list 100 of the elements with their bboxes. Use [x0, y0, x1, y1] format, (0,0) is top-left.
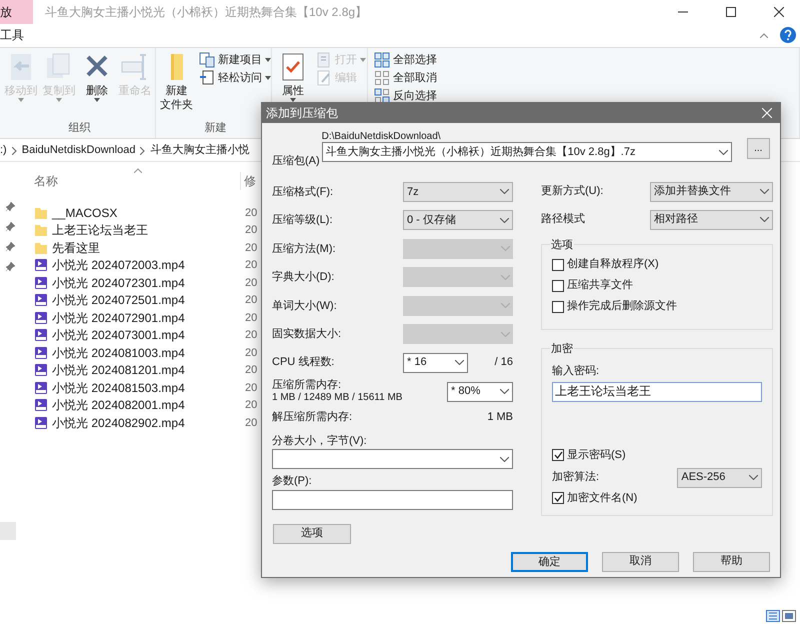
file-name[interactable]: 小悦光 2024072501.mp4 [52, 291, 245, 310]
parameters-field[interactable] [272, 490, 513, 510]
caret-icon [94, 98, 100, 102]
caret-icon [265, 58, 271, 62]
memory-text: 1 MB / 12489 MB / 15611 MB [272, 392, 404, 404]
checkbox-label: 加密文件名(N) [567, 490, 638, 506]
checkbox-label: 压缩共享文件 [567, 278, 633, 294]
dropdown[interactable]: 0 - 仅存储 [403, 210, 513, 230]
chevron-icon [140, 146, 146, 154]
column-header[interactable]: 修 [240, 172, 256, 190]
ribbon-button[interactable]: 新建项目 [199, 52, 271, 68]
dialog-title: 添加到压缩包 [266, 105, 338, 122]
file-name[interactable]: 小悦光 2024081003.mp4 [52, 344, 245, 362]
table-cell-text: 20 [245, 398, 258, 413]
ribbon-button[interactable]: 轻松访问 [199, 70, 271, 86]
pin-icon [6, 222, 14, 231]
dropdown[interactable]: * 80% [447, 382, 513, 402]
text-cursor-icon [121, 52, 149, 82]
field-label: 压缩包(A) [272, 154, 321, 169]
field-label: 解压缩所需内存: [272, 410, 352, 426]
video-file-icon [34, 276, 48, 290]
file-name[interactable]: 小悦光 2024081503.mp4 [52, 378, 245, 397]
file-name[interactable]: 小悦光 2024072901.mp4 [52, 308, 245, 327]
options-button[interactable]: 选项 [273, 524, 351, 544]
dropdown[interactable]: 相对路径 [650, 210, 773, 230]
dialog-button[interactable]: 确定 [511, 552, 588, 572]
file-name[interactable]: 小悦光 2024072003.mp4 [52, 256, 245, 274]
ribbon-button[interactable]: 全部取消 [374, 70, 437, 86]
ribbon-button[interactable]: 全部选择 [374, 52, 437, 68]
dialog-button[interactable]: 帮助 [693, 552, 770, 572]
checkbox-label: 创建自释放程序(X) [567, 256, 659, 272]
caret-icon [360, 58, 366, 62]
dropdown[interactable]: 添加并替换文件 [650, 182, 773, 202]
checkbox[interactable] [552, 449, 564, 461]
thumbnail-view-icon [782, 610, 796, 622]
file-name[interactable]: 上老王论坛当老王 [52, 221, 245, 240]
pin-icon [6, 242, 14, 251]
field-label: 字典大小(D): [272, 270, 336, 285]
table-cell-text: 20 [245, 276, 258, 290]
video-file-icon [34, 258, 48, 272]
password-field[interactable]: 上老王论坛当老王 [552, 382, 762, 402]
video-file-icon [34, 398, 48, 412]
breadcrumb[interactable]: BaiduNetdiskDownload [22, 142, 136, 159]
folder-icon [34, 206, 48, 220]
checkbox[interactable] [552, 258, 564, 270]
file-name[interactable]: 先看这里 [52, 238, 245, 257]
folder-icon [34, 240, 48, 255]
file-name[interactable]: 小悦光 2024073001.mp4 [52, 326, 245, 344]
table-cell-text: 20 [245, 363, 258, 378]
ribbon-button[interactable]: 删除 [80, 52, 114, 102]
checkbox-label: 操作完成后删除源文件 [567, 298, 677, 314]
field-label: 加密算法: [552, 470, 600, 486]
folder-icon [34, 223, 48, 238]
maximize-icon [726, 7, 736, 17]
file-name[interactable]: 小悦光 2024072301.mp4 [52, 274, 245, 292]
file-name[interactable]: 小悦光 2024082902.mp4 [52, 414, 245, 432]
video-file-icon [34, 328, 48, 342]
dropdown[interactable]: AES-256 [677, 468, 762, 488]
field-label: 路径模式 [541, 212, 586, 228]
dropdown[interactable]: * 16 [403, 352, 468, 372]
ribbon-button[interactable]: 新建 文件夹 [160, 52, 193, 112]
ribbon-button[interactable]: 反向选择 [374, 88, 437, 104]
dropdown[interactable]: 7z [403, 182, 513, 202]
grid-icon [374, 52, 390, 68]
group-label: 组织 [68, 121, 92, 136]
file-name[interactable]: 小悦光 2024081201.mp4 [52, 361, 245, 380]
memory-text: 1 MB [487, 410, 513, 426]
video-file-icon [34, 293, 48, 308]
video-file-icon [34, 380, 48, 395]
checkbox[interactable] [552, 492, 564, 504]
field-label: 分卷大小，字节(V): [272, 434, 368, 448]
check-icon [554, 494, 562, 502]
breadcrumb[interactable]: 斗鱼大胸女主播小悦 [150, 142, 250, 159]
ribbon-button[interactable]: 属性 [276, 52, 310, 102]
column-header[interactable]: 名称 [34, 172, 234, 190]
field-label: 固实数据大小: [272, 326, 342, 342]
table-cell-text: 20 [245, 416, 258, 430]
dialog-button[interactable]: 取消 [602, 552, 679, 572]
ribbon-tab[interactable]: 放 [0, 0, 33, 24]
browse-button[interactable]: ... [746, 138, 770, 159]
checkbox[interactable] [552, 300, 564, 312]
grid-icon [374, 88, 390, 104]
breadcrumb[interactable]: :) [0, 142, 7, 159]
video-file-icon [34, 416, 48, 430]
archive-name-combo[interactable]: 斗鱼大胸女主播小悦光（小棉袄）近期热舞合集【10v 2.8g】.7z [322, 142, 732, 162]
field-label: 压缩等级(L): [272, 212, 334, 228]
page-icon [316, 52, 332, 68]
file-name[interactable]: __MACOSX [52, 204, 245, 222]
pencil-page-icon [316, 70, 332, 86]
field-label: 压缩方法(M): [272, 242, 337, 256]
checkbox[interactable] [552, 280, 564, 292]
caret-icon [18, 98, 24, 102]
group-label: 新建 [204, 120, 228, 136]
field-label: 单词大小(W): [272, 298, 338, 314]
grid-icon [374, 70, 390, 86]
table-cell-text: 20 [245, 206, 258, 220]
file-name[interactable]: 小悦光 2024082001.mp4 [52, 396, 245, 414]
split-size-combo[interactable] [272, 449, 513, 469]
field-label: 更新方式(U): [541, 184, 604, 200]
sort-icon [134, 168, 142, 173]
